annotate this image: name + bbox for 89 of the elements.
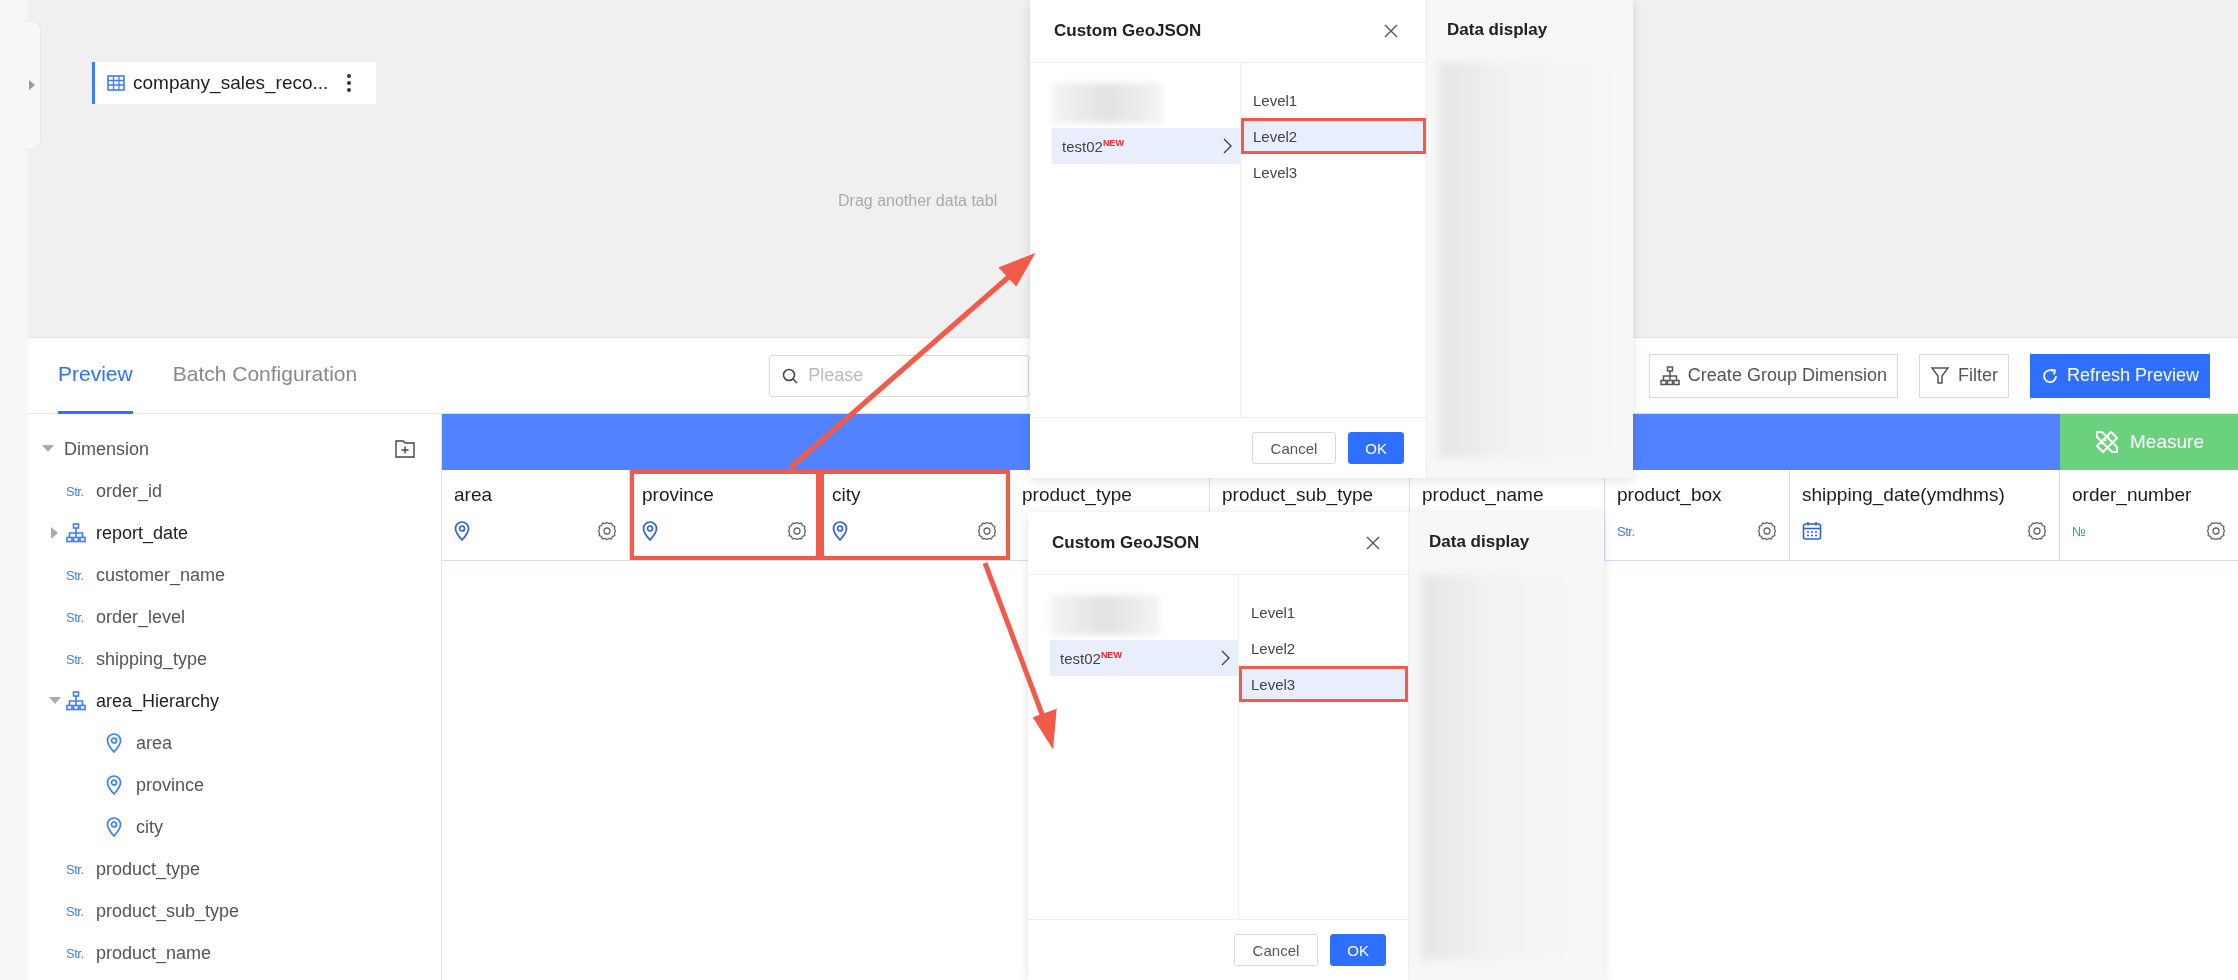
column-name: city — [832, 484, 862, 506]
type-label: Str. — [66, 609, 84, 625]
field-name[interactable]: product_name — [96, 942, 212, 964]
collapse-handle[interactable] — [24, 20, 41, 150]
hierarchy-icon — [66, 691, 86, 711]
column-name: province — [642, 484, 715, 506]
level-item[interactable]: Level2 — [1241, 118, 1426, 154]
field-name[interactable]: product_sub_type — [96, 900, 240, 922]
band-label: Measure — [2130, 431, 2204, 453]
cancel-button[interactable]: Cancel — [1251, 432, 1337, 464]
settings-icon[interactable] — [787, 521, 807, 541]
close-icon[interactable] — [1366, 536, 1380, 550]
add-folder-icon[interactable] — [395, 440, 415, 458]
settings-icon[interactable] — [2206, 521, 2226, 541]
column-header[interactable]: area — [442, 470, 630, 560]
dialog-title: Custom GeoJSON — [1052, 533, 1200, 553]
field-name[interactable]: report_date — [96, 522, 189, 544]
source-item[interactable]: test02$^{NEW}$ — [1052, 128, 1240, 164]
column-name: product_type — [1022, 484, 1133, 506]
calendar-icon — [1802, 521, 1822, 541]
level-item[interactable]: Level1 — [1239, 594, 1408, 630]
column-header[interactable]: order_number № — [2060, 470, 2238, 560]
toolbar-button[interactable]: Filter — [1918, 353, 2009, 398]
field-name[interactable]: product_type — [96, 858, 201, 880]
field-name[interactable]: province — [136, 774, 205, 796]
field-name[interactable]: customer_name — [96, 564, 226, 586]
field-name[interactable]: order_level — [96, 606, 186, 628]
settings-icon[interactable] — [597, 521, 617, 541]
cancel-button[interactable]: Cancel — [1233, 934, 1319, 966]
type-label: Str. — [66, 861, 84, 877]
column-header[interactable]: province — [630, 470, 820, 560]
ok-button[interactable]: OK — [1330, 934, 1386, 966]
field-name[interactable]: shipping_type — [96, 648, 208, 670]
location-pin-icon — [832, 521, 848, 541]
filter-icon — [1929, 365, 1950, 386]
level-item[interactable]: Level3 — [1239, 666, 1408, 702]
type-label: Str. — [66, 567, 84, 583]
level-item[interactable]: Level3 — [1241, 154, 1426, 190]
location-pin-icon — [642, 521, 658, 541]
level-item[interactable]: Level1 — [1241, 82, 1426, 118]
column-header[interactable]: city — [820, 470, 1010, 560]
table-icon — [107, 75, 125, 91]
dialog-title: Custom GeoJSON — [1054, 21, 1202, 41]
location-pin-icon — [106, 733, 122, 753]
tab[interactable]: Preview — [58, 337, 133, 414]
column-name: product_box — [1617, 484, 1723, 506]
settings-icon[interactable] — [977, 521, 997, 541]
drop-hint: Drag another data tabl — [838, 192, 998, 210]
toolbar-button[interactable]: Create Group Dimension — [1648, 353, 1898, 398]
panel-title: Data display — [1446, 20, 1549, 40]
type-label: Str. — [66, 651, 84, 667]
location-pin-icon — [454, 521, 470, 541]
settings-icon[interactable] — [1757, 521, 1777, 541]
column-name: shipping_date(ymdhms) — [1802, 484, 2006, 506]
search-icon — [782, 367, 799, 384]
type-label: Str. — [66, 483, 84, 499]
ruler-pencil-icon — [2094, 429, 2121, 455]
level-item[interactable]: Level2 — [1239, 630, 1408, 666]
location-pin-icon — [106, 775, 122, 795]
toolbar-button[interactable]: Refresh Preview — [2029, 353, 2210, 398]
type-label: № — [2072, 523, 2086, 539]
hierarchy-icon — [1659, 365, 1680, 386]
refresh-icon — [2040, 366, 2059, 385]
tab[interactable]: Batch Configuration — [172, 337, 358, 414]
location-pin-icon — [106, 817, 122, 837]
field-name[interactable]: order_id — [96, 480, 163, 502]
type-label: Str. — [66, 945, 84, 961]
source-item[interactable]: test02$^{NEW}$ — [1050, 640, 1238, 676]
field-name[interactable]: area — [136, 732, 173, 754]
column-name: area — [454, 484, 494, 506]
field-name[interactable]: city — [136, 816, 163, 838]
type-label: Str. — [66, 903, 84, 919]
more-icon[interactable] — [346, 73, 353, 93]
close-icon[interactable] — [1384, 24, 1398, 38]
panel-title: Data display — [1428, 532, 1531, 552]
column-name: product_sub_type — [1222, 484, 1375, 506]
type-label: Str. — [1617, 523, 1635, 539]
field-name[interactable]: area_Hierarchy — [96, 690, 220, 712]
hierarchy-icon — [66, 523, 86, 543]
settings-icon[interactable] — [2027, 521, 2047, 541]
ok-button[interactable]: OK — [1348, 432, 1404, 464]
search-field[interactable]: Please — [769, 354, 1030, 397]
chevron-right-icon — [1223, 138, 1232, 154]
column-name: product_name — [1422, 484, 1545, 506]
tree-group-label[interactable]: Dimension — [64, 438, 150, 460]
chevron-right-icon — [1221, 650, 1230, 666]
column-header[interactable]: shipping_date(ymdhms) — [1790, 470, 2060, 560]
table-chip[interactable]: company_sales_reco... — [92, 62, 377, 104]
column-name: order_number — [2072, 484, 2193, 506]
